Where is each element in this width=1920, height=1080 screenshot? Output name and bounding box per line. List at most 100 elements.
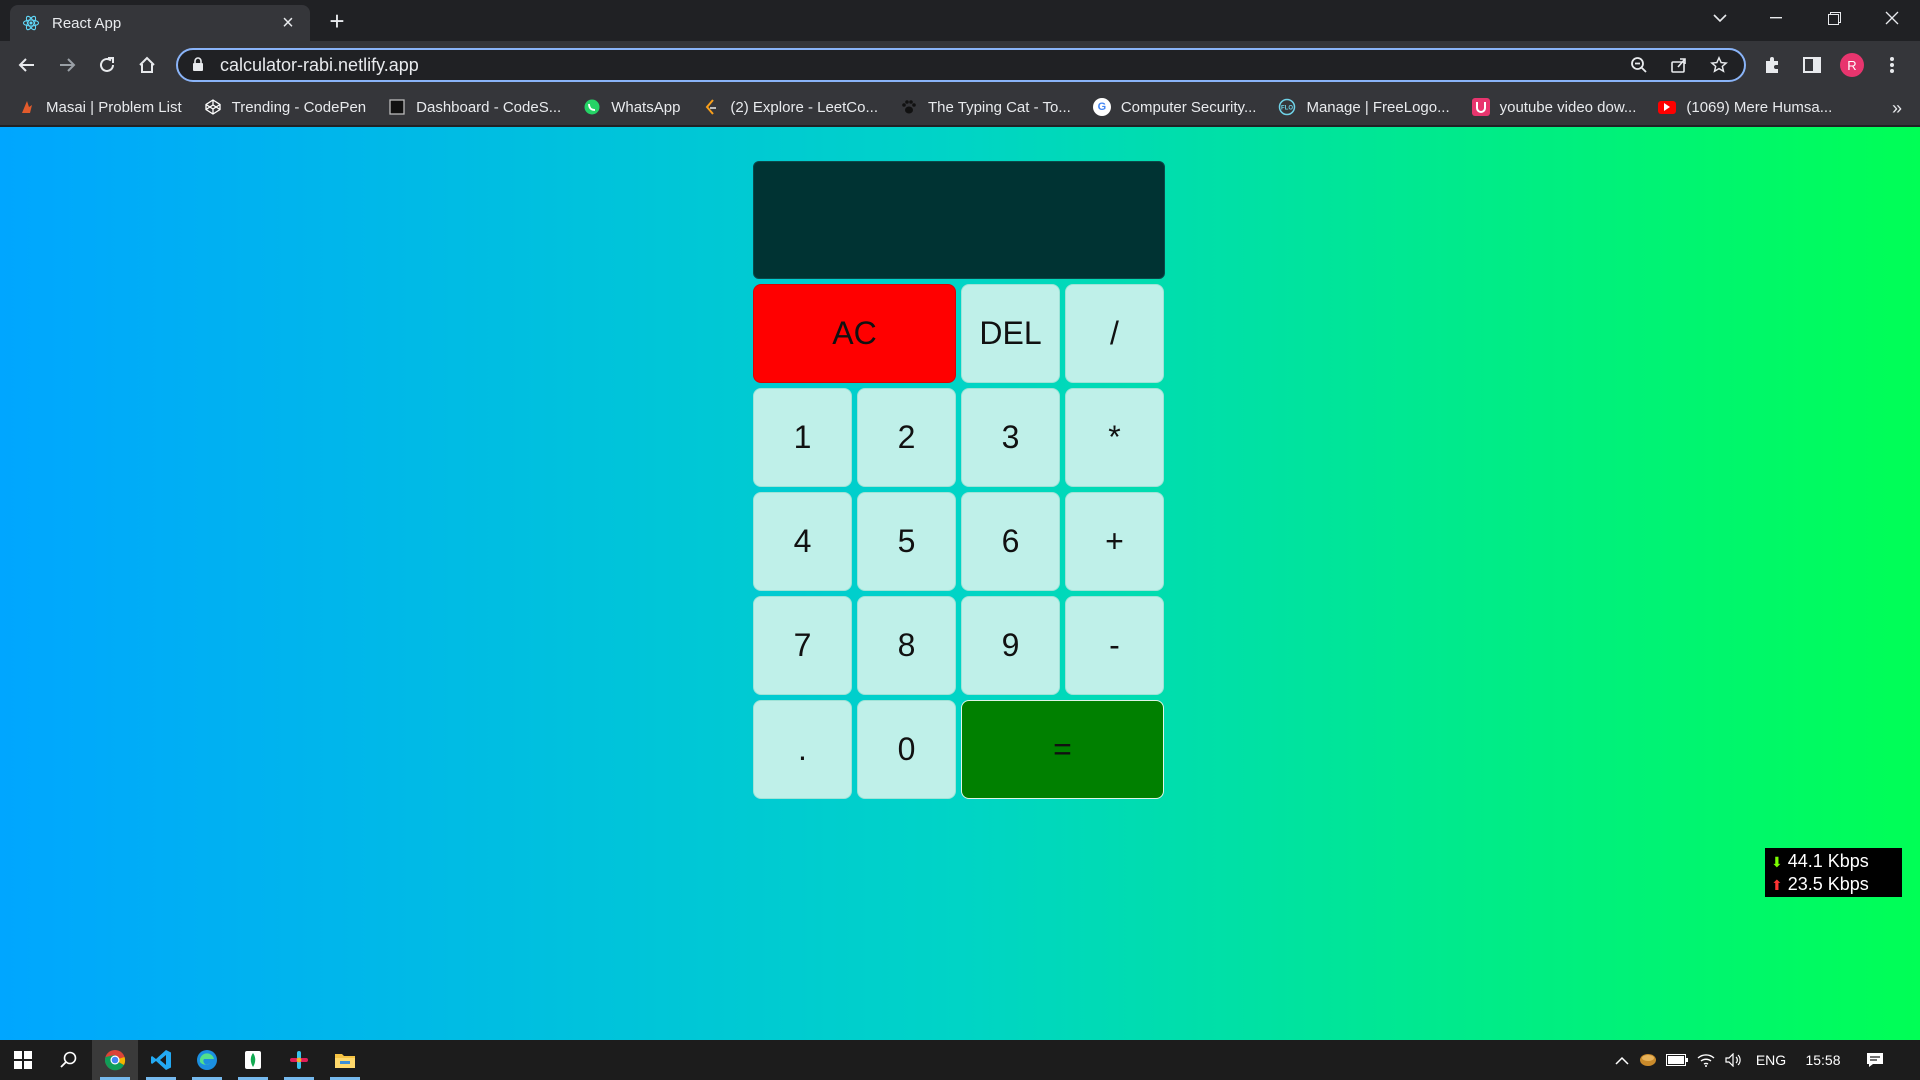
upload-speed: 23.5 Kbps xyxy=(1787,874,1869,894)
kebab-menu-icon xyxy=(1890,57,1894,73)
key-divide-button[interactable]: / xyxy=(1065,284,1164,383)
bookmark-item[interactable]: The Typing Cat - To... xyxy=(900,98,1071,116)
react-icon xyxy=(22,14,40,32)
bookmarks-overflow-button[interactable]: » xyxy=(1892,98,1902,119)
key-equals-button[interactable]: = xyxy=(961,700,1164,799)
system-tray: ENG 15:58 xyxy=(1610,1040,1898,1080)
key-decimal-button[interactable]: . xyxy=(753,700,852,799)
zoom-icon[interactable] xyxy=(1628,54,1650,76)
restore-icon xyxy=(1827,11,1841,25)
tray-app-icon[interactable] xyxy=(1634,1053,1662,1067)
bookmark-item[interactable]: Trending - CodePen xyxy=(204,98,366,116)
close-window-button[interactable] xyxy=(1864,0,1920,36)
reload-icon xyxy=(100,57,114,72)
key-0-button[interactable]: 0 xyxy=(857,700,956,799)
bookmark-item[interactable]: Masai | Problem List xyxy=(18,98,182,116)
browser-title-bar: React App × + xyxy=(0,0,1920,41)
bookmark-item[interactable]: Dashboard - CodeS... xyxy=(388,98,561,116)
taskbar-chrome[interactable] xyxy=(92,1040,138,1080)
key-5-button[interactable]: 5 xyxy=(857,492,956,591)
page-viewport: AC DEL / 1 2 3 * 4 5 6 + 7 8 9 - . 0 = ⬇… xyxy=(0,127,1920,1040)
edge-icon xyxy=(197,1050,217,1070)
chevron-down-icon xyxy=(1713,14,1727,23)
volume-icon[interactable] xyxy=(1720,1053,1748,1067)
lock-icon[interactable] xyxy=(192,57,206,73)
bookmark-item[interactable]: WhatsApp xyxy=(583,98,680,116)
key-2-button[interactable]: 2 xyxy=(857,388,956,487)
taskbar-vscode[interactable] xyxy=(138,1040,184,1080)
restore-button[interactable] xyxy=(1806,0,1862,36)
download-speed: 44.1 Kbps xyxy=(1787,851,1869,871)
share-icon[interactable] xyxy=(1668,54,1690,76)
network-speed-widget: ⬇ 44.1 Kbps ⬆ 23.5 Kbps xyxy=(1765,848,1902,897)
download-arrow-icon: ⬇ xyxy=(1771,854,1783,870)
key-6-button[interactable]: 6 xyxy=(961,492,1060,591)
key-minus-button[interactable]: - xyxy=(1065,596,1164,695)
key-multiply-button[interactable]: * xyxy=(1065,388,1164,487)
chevron-up-icon[interactable] xyxy=(1610,1052,1634,1068)
language-indicator[interactable]: ENG xyxy=(1748,1052,1794,1068)
browser-tab[interactable]: React App × xyxy=(10,5,310,41)
codepen-icon xyxy=(204,98,222,116)
bookmarks-bar: Masai | Problem List Trending - CodePen … xyxy=(0,89,1920,126)
url-text[interactable]: calculator-rabi.netlify.app xyxy=(220,55,1610,76)
taskbar-edge[interactable] xyxy=(184,1040,230,1080)
bookmark-item[interactable]: (1069) Mere Humsa... xyxy=(1658,99,1832,116)
google-icon: G xyxy=(1092,98,1111,116)
search-icon xyxy=(60,1051,77,1068)
back-button[interactable] xyxy=(11,49,43,81)
codesignal-icon xyxy=(388,98,406,116)
wifi-icon[interactable] xyxy=(1692,1053,1720,1067)
mongodb-icon xyxy=(245,1051,261,1069)
tab-close-icon[interactable]: × xyxy=(278,13,298,33)
menu-button[interactable] xyxy=(1877,50,1907,80)
battery-icon[interactable] xyxy=(1662,1054,1692,1066)
key-9-button[interactable]: 9 xyxy=(961,596,1060,695)
key-3-button[interactable]: 3 xyxy=(961,388,1060,487)
forward-button[interactable] xyxy=(51,49,83,81)
taskbar-file-explorer[interactable] xyxy=(322,1040,368,1080)
tab-search-button[interactable] xyxy=(1692,0,1748,36)
extensions-button[interactable] xyxy=(1757,50,1787,80)
bookmark-item[interactable]: FLO Manage | FreeLogo... xyxy=(1278,98,1450,116)
paw-icon xyxy=(900,98,918,116)
side-panel-button[interactable] xyxy=(1797,50,1827,80)
forward-arrow-icon xyxy=(60,58,76,72)
freelogo-icon: FLO xyxy=(1278,98,1296,116)
close-icon xyxy=(1885,11,1899,25)
key-8-button[interactable]: 8 xyxy=(857,596,956,695)
search-button[interactable] xyxy=(46,1040,92,1080)
vscode-icon xyxy=(151,1050,171,1070)
minimize-button[interactable] xyxy=(1748,0,1804,36)
new-tab-button[interactable]: + xyxy=(322,8,352,36)
puzzle-icon xyxy=(1766,57,1778,73)
youtube-icon xyxy=(1658,100,1677,114)
calculator-display xyxy=(753,161,1165,279)
bookmark-star-icon[interactable] xyxy=(1708,54,1730,76)
taskbar-slack[interactable] xyxy=(276,1040,322,1080)
taskbar-mongodb[interactable] xyxy=(230,1040,276,1080)
home-button[interactable] xyxy=(131,49,163,81)
back-arrow-icon xyxy=(18,58,34,72)
key-1-button[interactable]: 1 xyxy=(753,388,852,487)
side-panel-icon xyxy=(1803,57,1821,73)
upload-arrow-icon: ⬆ xyxy=(1771,877,1783,893)
address-bar[interactable]: calculator-rabi.netlify.app xyxy=(176,48,1746,82)
key-7-button[interactable]: 7 xyxy=(753,596,852,695)
reload-button[interactable] xyxy=(91,49,123,81)
download-icon xyxy=(1471,98,1490,116)
clock[interactable]: 15:58 xyxy=(1794,1052,1852,1068)
windows-logo-icon xyxy=(14,1051,32,1069)
key-del-button[interactable]: DEL xyxy=(961,284,1060,383)
bookmark-item[interactable]: (2) Explore - LeetCo... xyxy=(702,98,878,116)
key-4-button[interactable]: 4 xyxy=(753,492,852,591)
profile-avatar[interactable]: R xyxy=(1840,53,1864,77)
key-plus-button[interactable]: + xyxy=(1065,492,1164,591)
notification-icon[interactable] xyxy=(1852,1052,1898,1068)
bookmark-item[interactable]: youtube video dow... xyxy=(1471,98,1636,116)
slack-icon xyxy=(290,1051,308,1069)
bookmark-item[interactable]: G Computer Security... xyxy=(1092,98,1256,116)
start-button[interactable] xyxy=(0,1040,46,1080)
svg-text:FLO: FLO xyxy=(1281,106,1293,112)
key-ac-button[interactable]: AC xyxy=(753,284,956,383)
